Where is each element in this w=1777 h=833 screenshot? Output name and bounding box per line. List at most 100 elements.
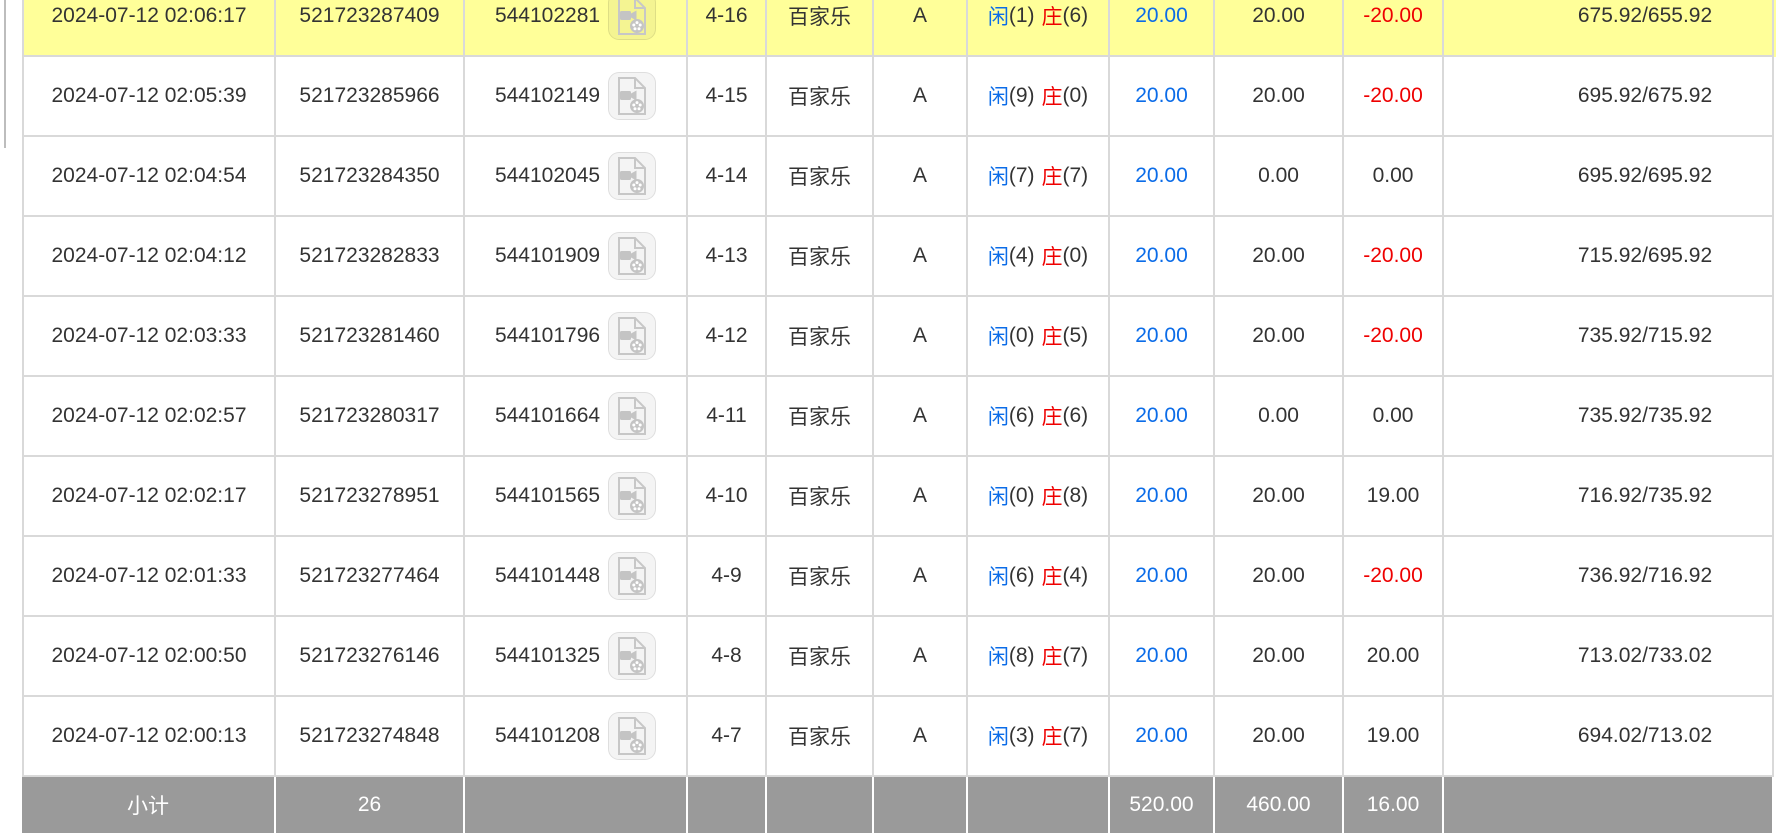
video-replay-button[interactable] xyxy=(608,312,656,360)
game-number-cell: 544101664 xyxy=(465,377,688,457)
bet-amount-cell: 20.00 xyxy=(1110,537,1215,617)
game-name-cell: 百家乐 xyxy=(767,457,874,537)
table-row[interactable]: 2024-07-12 02:05:39 521723285966 5441021… xyxy=(22,57,1776,137)
table-row[interactable]: 2024-07-12 02:00:13 521723274848 5441012… xyxy=(22,697,1776,777)
bet-number-cell: 521723276146 xyxy=(276,617,465,697)
banker-score: (5) xyxy=(1063,324,1089,348)
video-replay-button[interactable] xyxy=(608,392,656,440)
balance-cell: 695.92/695.92 xyxy=(1444,137,1774,217)
video-replay-button[interactable] xyxy=(608,152,656,200)
video-replay-button[interactable] xyxy=(608,712,656,760)
table-row[interactable]: 2024-07-12 02:02:57 521723280317 5441016… xyxy=(22,377,1776,457)
video-replay-icon xyxy=(616,477,648,515)
banker-score: (7) xyxy=(1063,724,1089,748)
bet-number-cell: 521723284350 xyxy=(276,137,465,217)
game-number-cell: 544101325 xyxy=(465,617,688,697)
player-score: (6) xyxy=(1009,564,1035,588)
time-cell: 2024-07-12 02:04:12 xyxy=(22,217,276,297)
video-replay-icon xyxy=(616,557,648,595)
video-replay-icon xyxy=(616,317,648,355)
video-replay-icon xyxy=(616,157,648,195)
result-cell: 闲(0)庄(5) xyxy=(968,297,1110,377)
banker-label: 庄 xyxy=(1042,1,1063,31)
player-score: (3) xyxy=(1009,724,1035,748)
video-replay-button[interactable] xyxy=(608,0,656,40)
time-cell: 2024-07-12 02:02:57 xyxy=(22,377,276,457)
bet-amount-cell: 20.00 xyxy=(1110,697,1215,777)
bet-amount-cell: 20.00 xyxy=(1110,297,1215,377)
banker-label: 庄 xyxy=(1042,641,1063,671)
time-cell: 2024-07-12 02:03:33 xyxy=(22,297,276,377)
table-id-cell: A xyxy=(874,137,968,217)
table-row[interactable]: 2024-07-12 02:01:33 521723277464 5441014… xyxy=(22,537,1776,617)
bet-number-cell: 521723285966 xyxy=(276,57,465,137)
valid-amount-cell: 20.00 xyxy=(1215,457,1344,537)
game-number-cell: 544102281 xyxy=(465,0,688,57)
bet-number-cell: 521723274848 xyxy=(276,697,465,777)
win-loss-cell: -20.00 xyxy=(1344,537,1444,617)
player-score: (9) xyxy=(1009,84,1035,108)
valid-amount-cell: 20.00 xyxy=(1215,297,1344,377)
bet-number-cell: 521723277464 xyxy=(276,537,465,617)
player-label: 闲 xyxy=(988,401,1009,431)
video-replay-button[interactable] xyxy=(608,472,656,520)
player-score: (7) xyxy=(1009,164,1035,188)
table-row[interactable]: 2024-07-12 02:00:50 521723276146 5441013… xyxy=(22,617,1776,697)
balance-cell: 694.02/713.02 xyxy=(1444,697,1774,777)
table-row[interactable]: 2024-07-12 02:04:12 521723282833 5441019… xyxy=(22,217,1776,297)
banker-score: (4) xyxy=(1063,564,1089,588)
player-score: (4) xyxy=(1009,244,1035,268)
game-number: 544102281 xyxy=(495,4,600,28)
win-loss-cell: 0.00 xyxy=(1344,377,1444,457)
round-cell: 4-9 xyxy=(688,537,767,617)
balance-cell: 735.92/735.92 xyxy=(1444,377,1774,457)
game-number: 544101565 xyxy=(495,484,600,508)
player-score: (0) xyxy=(1009,324,1035,348)
player-label: 闲 xyxy=(988,561,1009,591)
table-id-cell: A xyxy=(874,697,968,777)
result-cell: 闲(4)庄(0) xyxy=(968,217,1110,297)
valid-amount-cell: 0.00 xyxy=(1215,377,1344,457)
game-number: 544101796 xyxy=(495,324,600,348)
video-replay-button[interactable] xyxy=(608,552,656,600)
game-number-cell: 544102149 xyxy=(465,57,688,137)
banker-label: 庄 xyxy=(1042,721,1063,751)
game-name-cell: 百家乐 xyxy=(767,377,874,457)
game-name-cell: 百家乐 xyxy=(767,617,874,697)
round-cell: 4-16 xyxy=(688,0,767,57)
game-name-cell: 百家乐 xyxy=(767,537,874,617)
win-loss-cell: 19.00 xyxy=(1344,457,1444,537)
game-number: 544101325 xyxy=(495,644,600,668)
player-label: 闲 xyxy=(988,321,1009,351)
game-number-cell: 544101565 xyxy=(465,457,688,537)
time-cell: 2024-07-12 02:00:50 xyxy=(22,617,276,697)
video-replay-button[interactable] xyxy=(608,72,656,120)
bet-amount-cell: 20.00 xyxy=(1110,217,1215,297)
win-loss-cell: 20.00 xyxy=(1344,617,1444,697)
table-row[interactable]: 2024-07-12 02:02:17 521723278951 5441015… xyxy=(22,457,1776,537)
game-number: 544101909 xyxy=(495,244,600,268)
banker-score: (6) xyxy=(1063,404,1089,428)
valid-amount-cell: 20.00 xyxy=(1215,57,1344,137)
player-score: (6) xyxy=(1009,404,1035,428)
video-replay-icon xyxy=(616,717,648,755)
table-row[interactable]: 2024-07-12 02:03:33 521723281460 5441017… xyxy=(22,297,1776,377)
player-label: 闲 xyxy=(988,241,1009,271)
video-replay-icon xyxy=(616,397,648,435)
bet-number-cell: 521723280317 xyxy=(276,377,465,457)
left-edge-divider-line xyxy=(4,0,6,148)
result-cell: 闲(9)庄(0) xyxy=(968,57,1110,137)
table-row[interactable]: 2024-07-12 02:04:54 521723284350 5441020… xyxy=(22,137,1776,217)
banker-label: 庄 xyxy=(1042,481,1063,511)
table-row[interactable]: 2024-07-12 02:06:17 521723287409 5441022… xyxy=(22,0,1776,57)
bet-number-cell: 521723287409 xyxy=(276,0,465,57)
video-replay-button[interactable] xyxy=(608,232,656,280)
video-replay-button[interactable] xyxy=(608,632,656,680)
time-cell: 2024-07-12 02:02:17 xyxy=(22,457,276,537)
round-cell: 4-7 xyxy=(688,697,767,777)
balance-cell: 675.92/655.92 xyxy=(1444,0,1774,57)
banker-score: (0) xyxy=(1063,244,1089,268)
round-cell: 4-14 xyxy=(688,137,767,217)
table-rows-container: 2024-07-12 02:06:17 521723287409 5441022… xyxy=(22,0,1776,777)
result-cell: 闲(0)庄(8) xyxy=(968,457,1110,537)
